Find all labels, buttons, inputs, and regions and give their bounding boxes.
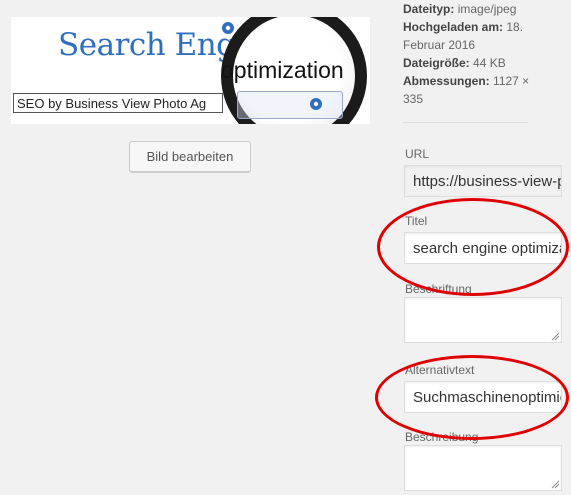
upload-date-continued: Februar 2016 [403,38,476,52]
file-size-label: Dateigröße: [403,56,470,70]
dimensions-value: 1127 × [493,74,530,88]
gear-icon [222,22,234,34]
upload-date-value: 18. [506,20,524,34]
lens-search-bar [237,91,343,119]
file-type-value: image/jpeg [457,2,517,16]
url-field[interactable] [404,165,562,197]
description-label: Beschreibung [405,430,479,444]
upload-date-label: Hochgeladen am: [403,20,504,34]
alt-text-field[interactable] [404,381,562,413]
image-caption-bar: SEO by Business View Photo Ag [13,93,223,113]
file-type: Dateityp: image/jpeg [403,0,516,18]
title-label: Titel [405,214,428,228]
divider [403,122,528,123]
file-size-value: 44 KB [473,56,506,70]
upload-date: Hochgeladen am: 18. [403,18,523,36]
edit-image-button[interactable]: Bild bearbeiten [129,141,251,172]
dimensions-label: Abmessungen: [403,74,490,88]
url-label: URL [405,147,430,161]
caption-field[interactable] [404,297,562,343]
description-field[interactable] [404,445,562,491]
caption-label: Beschriftung [405,282,472,296]
file-size: Dateigröße: 44 KB [403,54,506,72]
dimensions: Abmessungen: 1127 × [403,72,529,90]
title-field[interactable] [404,232,562,264]
attachment-image-preview: Search Engine optimization SEO by Busine… [11,17,370,124]
gear-icon [310,98,322,110]
dimensions-continued: 335 [403,92,424,106]
file-type-label: Dateityp: [403,2,455,16]
image-lens-text: optimization [221,57,344,83]
alt-text-label: Alternativtext [405,363,475,377]
